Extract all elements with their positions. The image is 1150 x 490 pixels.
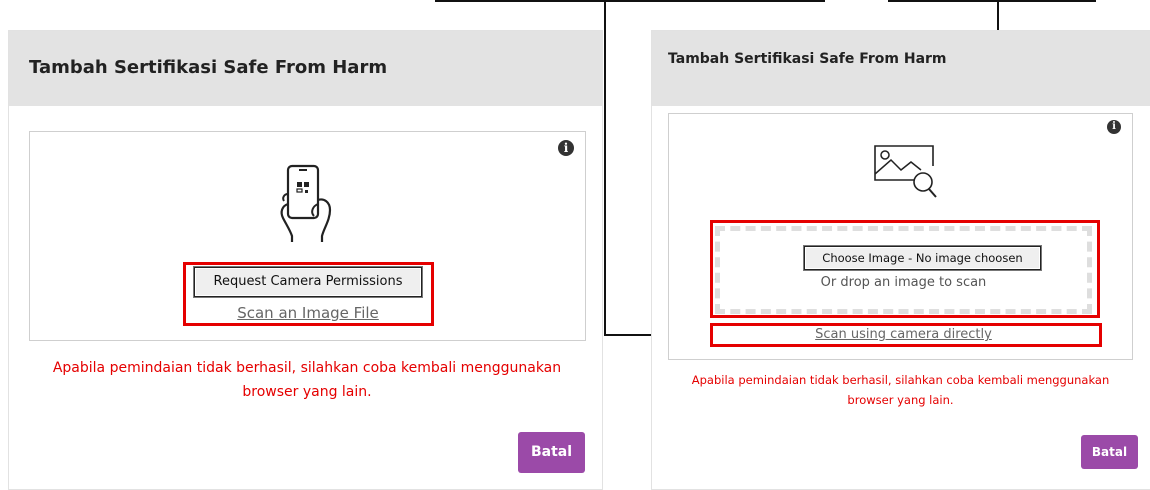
phone-qr-scan-icon — [280, 164, 332, 242]
dialog-title: Tambah Sertifikasi Safe From Harm — [652, 31, 1150, 106]
image-search-icon — [874, 145, 937, 198]
scan-error-message: Apabila pemindaian tidak berhasil, silah… — [691, 373, 1110, 407]
callout-line-top-right — [888, 0, 1096, 2]
left-dialog-panel: Tambah Sertifikasi Safe From Harm i Requ… — [8, 30, 603, 490]
info-icon[interactable]: i — [558, 140, 574, 156]
qr-scan-area: i Request Camera Permissions Scan an Ima… — [29, 131, 586, 341]
scan-error-message: Apabila pemindaian tidak berhasil, silah… — [52, 360, 562, 400]
info-icon[interactable]: i — [1107, 120, 1121, 134]
dialog-title: Tambah Sertifikasi Safe From Harm — [9, 31, 602, 106]
callout-line-top-left — [435, 0, 825, 2]
highlight-box-drop-zone — [710, 220, 1100, 318]
cancel-button[interactable]: Batal — [518, 432, 585, 473]
callout-line-vertical-left — [604, 0, 606, 336]
highlight-box-camera-options — [183, 262, 434, 326]
right-dialog-panel: Tambah Sertifikasi Safe From Harm i Choo… — [651, 30, 1150, 490]
cancel-button[interactable]: Batal — [1081, 435, 1138, 469]
highlight-box-camera-link — [710, 323, 1102, 347]
qr-scan-area: i Choose Image - No image choosen Or dro… — [668, 113, 1133, 360]
